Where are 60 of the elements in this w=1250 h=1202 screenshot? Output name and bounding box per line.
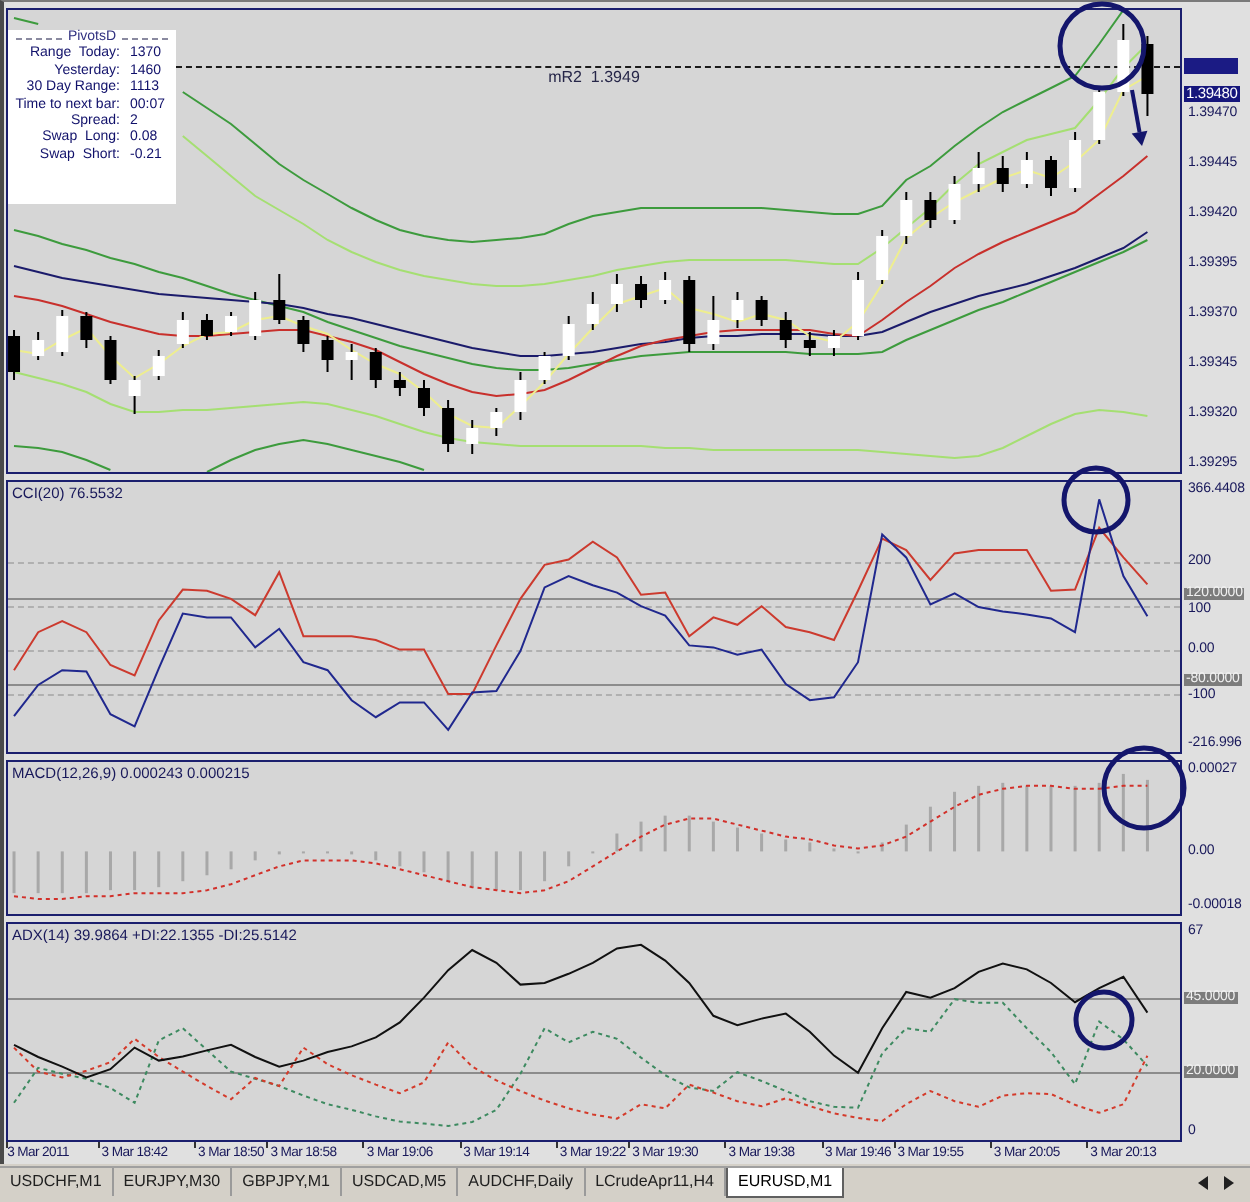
candlestick	[176, 312, 189, 348]
candlestick	[514, 372, 527, 420]
candlestick	[225, 312, 238, 336]
candlestick	[852, 272, 865, 340]
candlestick	[996, 156, 1009, 192]
candlestick	[586, 292, 599, 330]
candlestick	[128, 376, 141, 414]
candlestick	[972, 152, 985, 192]
left-arrow-icon[interactable]	[1198, 1176, 1208, 1190]
candlestick	[297, 316, 310, 352]
candlestick	[369, 348, 382, 388]
candlestick	[32, 332, 45, 360]
candlestick	[900, 192, 913, 244]
candlestick	[707, 296, 720, 350]
candlestick	[876, 230, 889, 284]
candlestick	[1069, 132, 1082, 192]
candlestick	[345, 344, 358, 380]
candlestick	[273, 274, 286, 324]
candlestick	[442, 400, 455, 452]
candlestick	[1141, 36, 1154, 116]
candlestick	[8, 330, 21, 380]
chart-tab[interactable]: EURJPY,M30	[113, 1168, 233, 1196]
candlestick	[490, 408, 503, 436]
candlestick	[104, 336, 117, 384]
candlestick	[1045, 156, 1057, 196]
candlestick	[1117, 24, 1130, 96]
arrow	[1130, 89, 1148, 146]
candlestick	[418, 380, 430, 416]
chart-tab[interactable]: USDCAD,M5	[341, 1168, 459, 1196]
candlestick	[635, 276, 647, 308]
candlestick	[683, 276, 696, 352]
chart-tab[interactable]: EURUSD,M1	[726, 1168, 845, 1198]
candlestick	[1093, 88, 1106, 144]
candlestick	[200, 314, 213, 340]
candlestick	[80, 312, 93, 348]
candlestick	[393, 372, 406, 396]
candlestick	[659, 272, 672, 304]
chart-tab[interactable]: AUDCHF,Daily	[458, 1168, 586, 1196]
candlestick	[827, 330, 840, 356]
level-label: mR2 1.3949	[548, 68, 640, 88]
candlestick	[249, 292, 262, 340]
candlestick	[152, 350, 165, 380]
candlestick	[610, 274, 623, 312]
candlestick	[1020, 152, 1033, 188]
candlestick	[321, 336, 334, 372]
chart-tab[interactable]: GBPJPY,M1	[232, 1168, 342, 1196]
price-tag-marker	[1184, 58, 1238, 74]
candlestick	[731, 292, 744, 328]
highlight-circle	[1073, 989, 1135, 1051]
candlestick	[924, 192, 937, 228]
candlestick	[803, 332, 816, 356]
candlestick	[755, 296, 768, 326]
candlestick	[948, 176, 961, 224]
candlestick	[779, 312, 792, 348]
candlestick	[538, 352, 551, 384]
candlestick	[56, 310, 69, 356]
candlestick	[466, 420, 479, 454]
candlestick	[562, 316, 575, 360]
chart-tab[interactable]: USDCHF,M1	[0, 1168, 114, 1196]
right-arrow-icon[interactable]	[1224, 1176, 1234, 1190]
